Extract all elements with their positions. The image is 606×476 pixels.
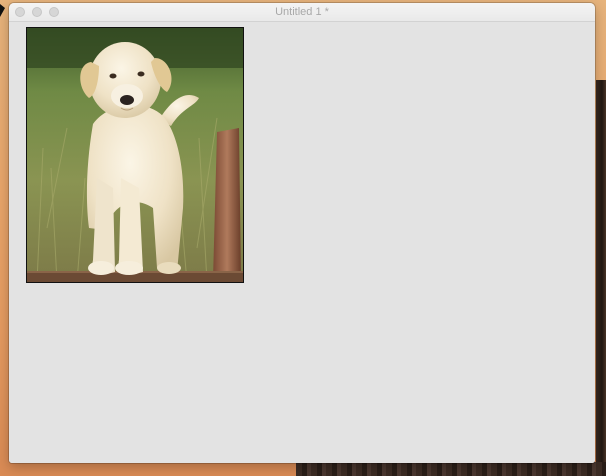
desktop-background-edge xyxy=(596,80,606,476)
mouse-cursor-icon xyxy=(0,4,5,17)
document-canvas[interactable] xyxy=(9,22,595,463)
desktop-background-bottom xyxy=(296,462,606,476)
puppy-image xyxy=(27,28,243,282)
title-bar[interactable]: Untitled 1 * xyxy=(9,3,595,22)
app-window: Untitled 1 * xyxy=(9,3,595,463)
puppy-photo[interactable] xyxy=(26,27,244,283)
window-title: Untitled 1 * xyxy=(275,6,329,18)
